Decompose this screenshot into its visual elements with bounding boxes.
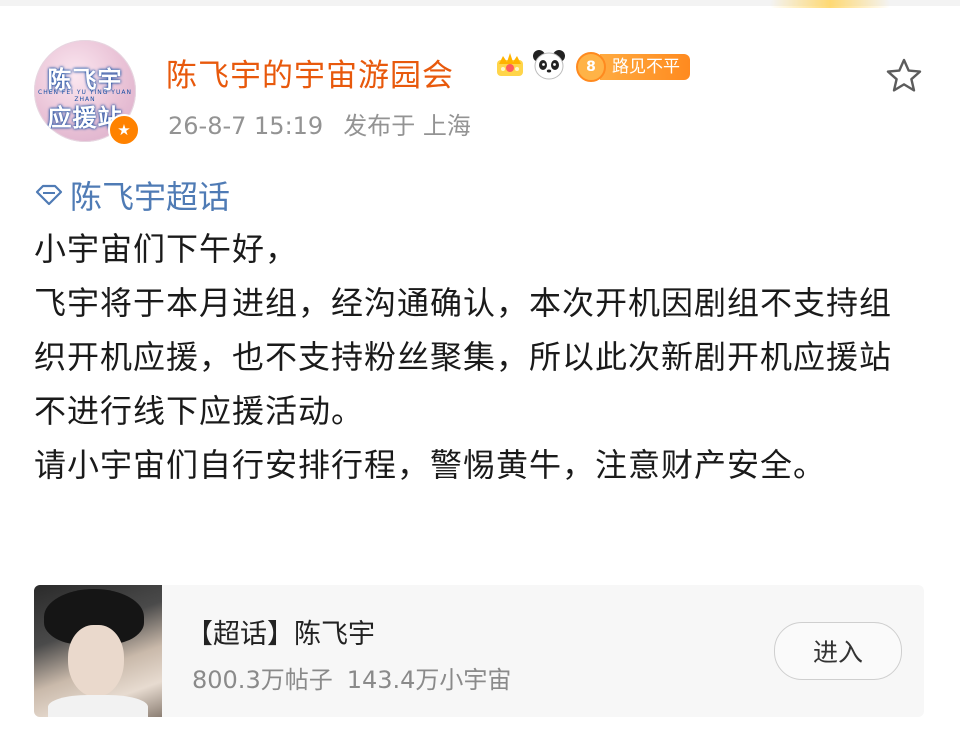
post-content: 小宇宙们下午好， 飞宇将于本月进组，经沟通确认，本次开机因剧组不支持组织开机应援… [34,222,924,492]
diamond-icon [35,184,63,206]
topic-tag-label: 陈飞宇超话 [70,178,231,216]
fan-level-title: 路见不平 [600,54,690,80]
topic-tag-link[interactable]: 陈飞宇超话 [34,172,230,218]
post-location: 发布于 上海 [343,112,471,140]
vip-crown-icon [497,53,523,76]
panda-icon [533,50,565,80]
post-meta: 26-8-7 15:19 发布于 上海 [168,106,491,141]
super-topic-card[interactable]: 【超话】陈飞宇 800.3万帖子 143.4万小宇宙 进入 [34,585,924,717]
post-paragraph: 飞宇将于本月进组，经沟通确认，本次开机因剧组不支持组织开机应援，也不支持粉丝聚集… [34,284,893,430]
author-name[interactable]: 陈飞宇的宇宙游园会 [166,50,454,95]
top-highlight-decoration [770,0,890,8]
fan-level-number: 8 [576,52,606,82]
super-topic-stats: 800.3万帖子 143.4万小宇宙 [192,660,525,695]
cover-collar-shape [48,695,148,717]
post-paragraph: 小宇宙们下午好， [34,230,299,268]
enter-button[interactable]: 进入 [774,622,902,680]
super-topic-members-count: 143.4万小宇宙 [346,666,512,694]
super-topic-title: 【超话】陈飞宇 [186,619,375,650]
favorite-star-icon[interactable] [884,56,924,96]
post-paragraph: 请小宇宙们自行安排行程，警惕黄牛，注意财产安全。 [34,446,827,484]
verified-v-icon: ★ [108,114,140,146]
super-topic-cover-image [34,585,162,717]
post-date: 26-8-7 15:19 [168,112,324,140]
cover-face-shape [68,625,124,697]
fan-level-badge[interactable]: 8 路见不平 [576,52,690,82]
super-topic-posts-count: 800.3万帖子 [192,666,333,694]
